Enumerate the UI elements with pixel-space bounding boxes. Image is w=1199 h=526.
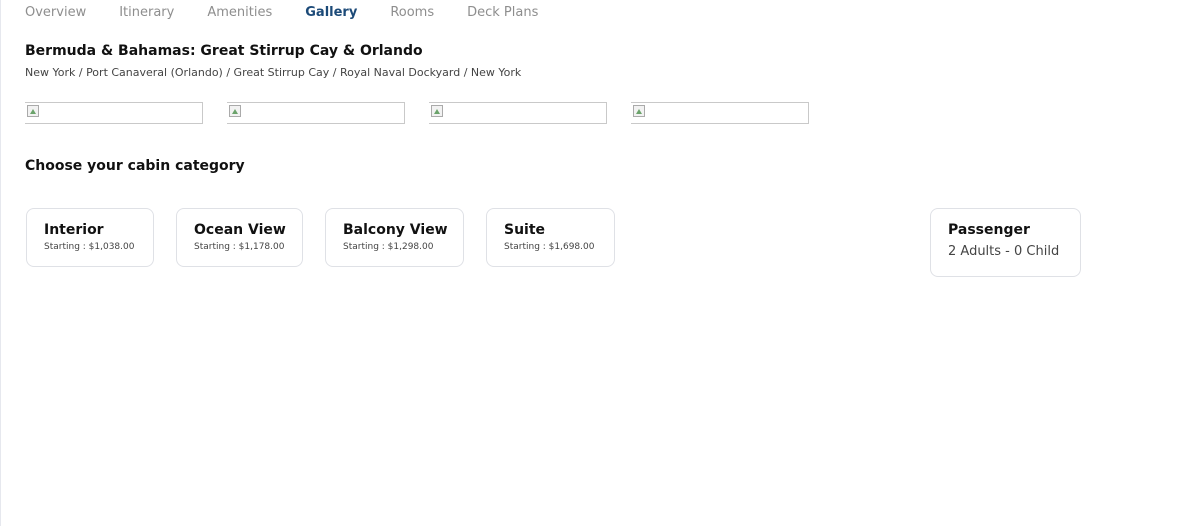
cabin-card-interior[interactable]: Interior Starting : $1,038.00 — [26, 208, 154, 267]
cabin-name: Ocean View — [194, 222, 286, 238]
broken-image-icon — [431, 105, 443, 117]
cruise-detail-page: Overview Itinerary Amenities Gallery Roo… — [0, 0, 1198, 526]
passenger-title: Passenger — [948, 222, 1030, 238]
cabin-card-ocean-view[interactable]: Ocean View Starting : $1,178.00 — [176, 208, 303, 267]
tab-overview[interactable]: Overview — [25, 4, 86, 22]
detail-tabs: Overview Itinerary Amenities Gallery Roo… — [25, 4, 571, 22]
gallery-image[interactable] — [25, 102, 203, 124]
tab-gallery[interactable]: Gallery — [305, 4, 357, 22]
passenger-selector[interactable]: Passenger 2 Adults - 0 Child — [930, 208, 1081, 277]
gallery-image[interactable] — [631, 102, 809, 124]
cabin-card-suite[interactable]: Suite Starting : $1,698.00 — [486, 208, 615, 267]
cabin-name: Suite — [504, 222, 546, 238]
broken-image-icon — [27, 105, 39, 117]
cabin-price: Starting : $1,178.00 — [194, 242, 285, 252]
cabin-name: Balcony View — [343, 222, 448, 238]
cabin-price: Starting : $1,038.00 — [44, 242, 135, 252]
cabin-section-title: Choose your cabin category — [25, 158, 245, 174]
gallery-image[interactable] — [429, 102, 607, 124]
broken-image-icon — [229, 105, 241, 117]
tab-itinerary[interactable]: Itinerary — [119, 4, 174, 22]
tab-rooms[interactable]: Rooms — [390, 4, 434, 22]
cabin-name: Interior — [44, 222, 104, 238]
cabin-price: Starting : $1,698.00 — [504, 242, 595, 252]
cruise-route: New York / Port Canaveral (Orlando) / Gr… — [25, 66, 522, 79]
gallery-image[interactable] — [227, 102, 405, 124]
tab-deck-plans[interactable]: Deck Plans — [467, 4, 538, 22]
cabin-price: Starting : $1,298.00 — [343, 242, 434, 252]
cabin-card-balcony-view[interactable]: Balcony View Starting : $1,298.00 — [325, 208, 464, 267]
gallery-strip — [25, 102, 833, 124]
broken-image-icon — [633, 105, 645, 117]
tab-amenities[interactable]: Amenities — [207, 4, 272, 22]
passenger-count: 2 Adults - 0 Child — [948, 244, 1060, 259]
cruise-title: Bermuda & Bahamas: Great Stirrup Cay & O… — [25, 43, 423, 59]
